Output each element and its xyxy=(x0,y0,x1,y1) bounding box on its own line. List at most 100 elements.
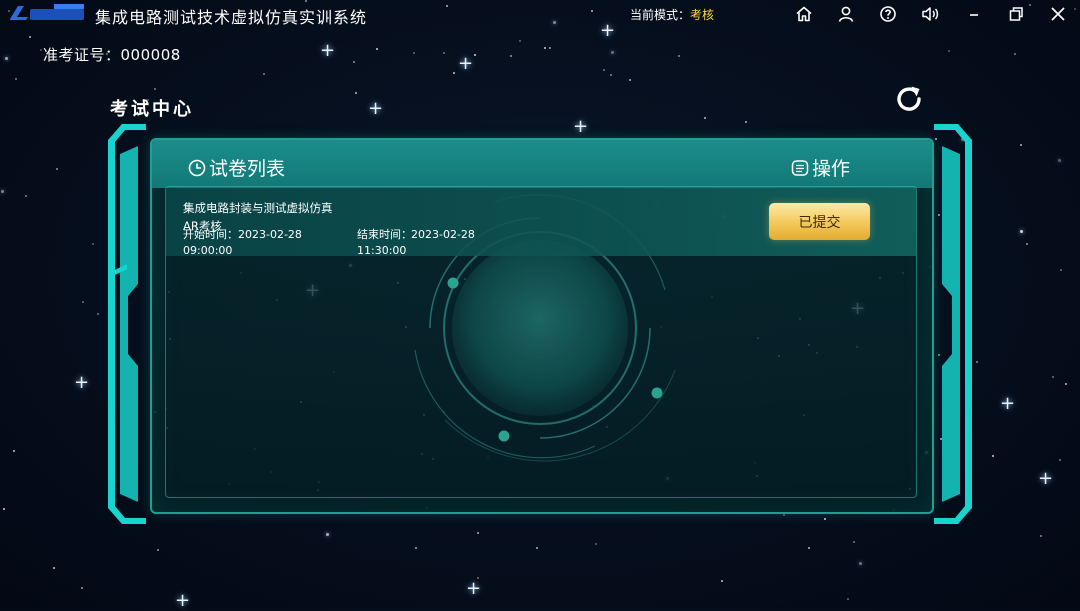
star xyxy=(610,74,612,76)
star xyxy=(82,301,84,303)
star xyxy=(53,567,55,569)
sparkle: + xyxy=(74,372,90,393)
frame-bracket-right xyxy=(934,124,972,524)
exam-id-value: 000008 xyxy=(120,46,181,64)
star xyxy=(847,598,849,600)
restore-icon[interactable] xyxy=(1006,4,1026,24)
star xyxy=(536,547,538,549)
star xyxy=(704,117,706,119)
list-icon xyxy=(791,159,809,176)
submitted-button[interactable]: 已提交 xyxy=(769,203,870,240)
column-header-operation: 操作 xyxy=(790,154,850,181)
star xyxy=(992,455,994,457)
sparkle: + xyxy=(458,53,474,74)
star xyxy=(611,51,614,54)
minimize-icon[interactable] xyxy=(964,4,984,24)
star xyxy=(745,121,747,123)
column-header-exam-list: 试卷列表 xyxy=(187,154,285,181)
sparkle: + xyxy=(320,40,336,61)
start-time-label: 开始时间： xyxy=(183,228,238,241)
star xyxy=(326,533,329,536)
sparkle: + xyxy=(175,590,191,611)
star xyxy=(81,587,83,589)
star xyxy=(56,168,58,170)
star xyxy=(824,518,826,520)
sparkle: + xyxy=(573,116,589,137)
star xyxy=(25,195,27,197)
refresh-icon[interactable] xyxy=(892,82,926,116)
start-date: 2023-02-28 xyxy=(238,228,302,241)
user-icon[interactable] xyxy=(836,4,856,24)
star xyxy=(40,49,42,51)
star xyxy=(510,55,512,57)
star xyxy=(477,532,479,534)
column-header-exam-list-label: 试卷列表 xyxy=(209,158,286,180)
star xyxy=(92,243,94,245)
sparkle: + xyxy=(1038,468,1054,489)
mode-label: 当前模式： xyxy=(630,8,691,22)
star xyxy=(1,190,4,193)
home-icon[interactable] xyxy=(794,4,814,24)
star xyxy=(1052,376,1054,378)
star xyxy=(1065,383,1067,385)
star xyxy=(453,72,455,74)
star xyxy=(629,79,631,81)
mode-indicator: 当前模式：考核 xyxy=(630,6,714,23)
volume-icon[interactable] xyxy=(920,4,940,24)
star xyxy=(853,541,855,543)
star xyxy=(1058,159,1061,162)
star xyxy=(415,547,417,549)
close-icon[interactable] xyxy=(1048,4,1068,24)
end-time-label: 结束时间： xyxy=(357,228,412,241)
star xyxy=(413,52,415,54)
star xyxy=(376,48,378,50)
star xyxy=(263,73,265,75)
page-title: 考试中心 xyxy=(110,99,194,120)
star xyxy=(948,50,950,52)
star xyxy=(15,78,17,80)
star xyxy=(1026,243,1028,245)
star xyxy=(1020,230,1023,233)
star xyxy=(859,562,862,565)
start-time: 09:00:00 xyxy=(183,244,233,257)
star xyxy=(355,92,357,94)
end-date: 2023-02-28 xyxy=(411,228,475,241)
star xyxy=(97,313,99,315)
star xyxy=(5,57,8,60)
star xyxy=(549,47,551,49)
star xyxy=(783,514,785,516)
app-title: 集成电路测试技术虚拟仿真实训系统 xyxy=(95,8,368,27)
star xyxy=(678,55,680,57)
star xyxy=(154,88,156,90)
star xyxy=(721,580,723,582)
column-header-operation-label: 操作 xyxy=(812,158,851,180)
frame-bracket-left xyxy=(108,124,146,524)
mode-value: 考核 xyxy=(690,8,715,22)
star xyxy=(1040,535,1042,537)
star xyxy=(519,40,521,42)
sparkle: + xyxy=(466,578,482,599)
star xyxy=(1014,53,1016,55)
title-bar: 集成电路测试技术虚拟仿真实训系统 当前模式：考核 xyxy=(0,0,1080,28)
star xyxy=(443,52,445,54)
sparkle: + xyxy=(368,98,384,119)
exam-id: 准考证号：000008 xyxy=(43,44,181,65)
star xyxy=(595,543,597,545)
sparkle: + xyxy=(1000,393,1016,414)
star xyxy=(474,54,476,56)
help-icon[interactable] xyxy=(878,4,898,24)
star xyxy=(3,508,5,510)
star xyxy=(157,549,159,551)
clock-icon xyxy=(188,159,206,176)
logo xyxy=(10,4,84,20)
star xyxy=(1059,459,1061,461)
star xyxy=(1020,144,1022,146)
star xyxy=(544,47,546,49)
star xyxy=(353,61,355,63)
star xyxy=(29,36,31,38)
star xyxy=(976,361,978,363)
end-time: 11:30:00 xyxy=(357,244,407,257)
star xyxy=(603,69,605,71)
star xyxy=(13,450,15,452)
star xyxy=(1060,269,1062,271)
